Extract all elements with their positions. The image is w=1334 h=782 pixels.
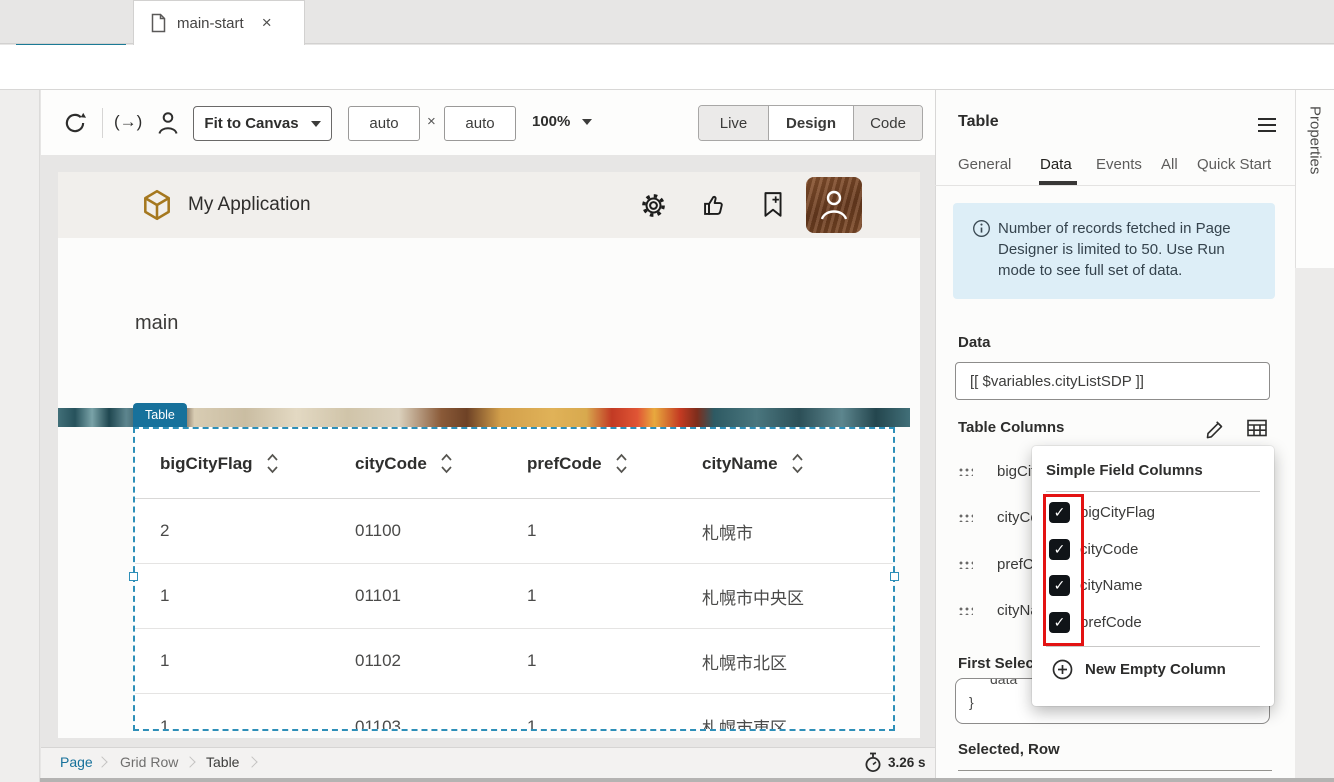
refresh-icon[interactable] bbox=[62, 110, 88, 136]
sort-icon bbox=[615, 452, 628, 475]
popup-title: Simple Field Columns bbox=[1046, 462, 1203, 479]
info-message: Number of records fetched in Page Design… bbox=[998, 218, 1260, 281]
canvas-height-input[interactable]: auto bbox=[444, 106, 516, 141]
dock-tab-properties[interactable]: Properties bbox=[1295, 90, 1334, 268]
gear-icon[interactable] bbox=[640, 192, 667, 219]
plus-circle-icon bbox=[1052, 659, 1073, 680]
table-columns-label: Table Columns bbox=[958, 419, 1064, 436]
selection-tag[interactable]: Table bbox=[133, 403, 187, 427]
manage-columns-grid-icon[interactable] bbox=[1246, 417, 1268, 439]
thumbs-up-icon[interactable] bbox=[700, 192, 727, 219]
selected-row-label: Selected, Row bbox=[958, 741, 1060, 758]
table-row[interactable]: 2 01100 1 札幌市 bbox=[135, 499, 893, 564]
section-divider bbox=[958, 770, 1272, 771]
hamburger-menu-icon[interactable] bbox=[1258, 118, 1276, 136]
render-time: 3.26 s bbox=[888, 755, 926, 770]
fit-to-canvas-dropdown[interactable]: Fit to Canvas bbox=[193, 106, 332, 141]
data-expression-input[interactable]: [[ $variables.cityListSDP ]] bbox=[955, 362, 1270, 400]
ptab-quick-start[interactable]: Quick Start bbox=[1197, 156, 1271, 173]
column-header[interactable]: cityName bbox=[702, 452, 895, 475]
chevron-down-icon bbox=[311, 121, 321, 127]
drag-handle-icon[interactable] bbox=[958, 467, 973, 476]
table-row[interactable]: 1 01103 1 札幌市東区 bbox=[135, 694, 893, 731]
info-icon bbox=[972, 219, 991, 238]
ptab-events[interactable]: Events bbox=[1096, 156, 1142, 173]
variable-mapper-icon[interactable]: (→) bbox=[114, 112, 142, 132]
app-logo-icon bbox=[140, 188, 174, 222]
drag-handle-icon[interactable] bbox=[958, 560, 973, 569]
drag-handle-icon[interactable] bbox=[958, 606, 973, 615]
mode-switcher: Live Design Code bbox=[698, 105, 923, 141]
designer-menubar bbox=[0, 45, 1334, 90]
ptab-general[interactable]: General bbox=[958, 156, 1011, 173]
dimension-separator: × bbox=[427, 113, 436, 130]
tab-label: main-start bbox=[177, 15, 244, 32]
properties-title: Table bbox=[958, 113, 999, 131]
tab-main-start[interactable]: main-start × bbox=[133, 0, 305, 45]
sort-icon bbox=[266, 452, 279, 475]
column-header[interactable]: bigCityFlag bbox=[135, 452, 355, 475]
popup-divider bbox=[1046, 646, 1260, 647]
mode-design-button[interactable]: Design bbox=[769, 106, 854, 140]
zoom-dropdown[interactable]: 100% bbox=[532, 113, 592, 130]
timer-icon bbox=[864, 752, 882, 773]
breadcrumb-grid-row[interactable]: Grid Row bbox=[120, 754, 178, 770]
table-row[interactable]: 1 01102 1 札幌市北区 bbox=[135, 629, 893, 694]
sort-icon bbox=[791, 452, 804, 475]
ptab-divider bbox=[935, 185, 1295, 186]
table-row[interactable]: 1 01101 1 札幌市中央区 bbox=[135, 564, 893, 629]
annotation-highlight-rect bbox=[1043, 494, 1084, 646]
toolbar-divider bbox=[102, 108, 103, 138]
column-header[interactable]: prefCode bbox=[527, 452, 702, 475]
drag-handle-icon[interactable] bbox=[958, 513, 973, 522]
app-title: My Application bbox=[188, 194, 311, 216]
selection-handle-right[interactable] bbox=[890, 572, 899, 581]
new-empty-column-button[interactable]: New Empty Column bbox=[1052, 654, 1226, 684]
persona-icon[interactable] bbox=[155, 109, 181, 137]
page-icon bbox=[150, 13, 167, 33]
breadcrumb-page[interactable]: Page bbox=[60, 754, 93, 770]
edit-pencil-icon[interactable] bbox=[1204, 417, 1226, 439]
canvas-width-input[interactable]: auto bbox=[348, 106, 420, 141]
left-dock-rail bbox=[0, 90, 40, 782]
window-bottom-edge bbox=[0, 778, 1334, 782]
mode-code-button[interactable]: Code bbox=[854, 106, 922, 140]
sort-icon bbox=[440, 452, 453, 475]
bookmark-plus-icon[interactable] bbox=[760, 191, 786, 219]
breadcrumb-table[interactable]: Table bbox=[206, 754, 239, 770]
table-header-row: bigCityFlag cityCode prefCode cityName bbox=[135, 429, 893, 499]
page-heading: main bbox=[135, 312, 178, 335]
ptab-all[interactable]: All bbox=[1161, 156, 1178, 173]
mode-live-button[interactable]: Live bbox=[699, 106, 769, 140]
popup-divider bbox=[1046, 491, 1260, 492]
chevron-down-icon bbox=[582, 119, 592, 125]
close-icon[interactable]: × bbox=[262, 13, 272, 33]
data-table[interactable]: bigCityFlag cityCode prefCode cityName 2… bbox=[133, 427, 895, 731]
selection-handle-left[interactable] bbox=[129, 572, 138, 581]
avatar[interactable] bbox=[806, 177, 862, 233]
field-columns-popup: Simple Field Columns ✓ bigCityFlag ✓ cit… bbox=[1032, 446, 1274, 706]
data-section-label: Data bbox=[958, 334, 991, 351]
ptab-data[interactable]: Data bbox=[1040, 156, 1072, 173]
column-header[interactable]: cityCode bbox=[355, 452, 527, 475]
